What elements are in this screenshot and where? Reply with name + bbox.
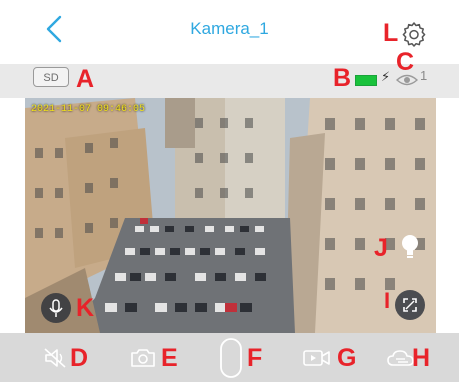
video-timestamp: 2021-11-07 09:46:05 xyxy=(31,104,146,115)
expand-icon xyxy=(403,298,417,312)
charging-lightning-icon: ⚡︎ xyxy=(381,69,391,84)
annotation-letter-g: G xyxy=(337,344,357,372)
sd-card-badge[interactable]: SD xyxy=(33,67,69,87)
viewer-count: 1 xyxy=(420,68,428,83)
microphone-icon xyxy=(49,299,63,317)
annotation-letter-d: D xyxy=(70,344,89,372)
annotation-letter-i: I xyxy=(384,288,391,313)
annotation-letter-c: C xyxy=(396,48,415,76)
gear-icon[interactable] xyxy=(401,21,427,47)
fullscreen-button[interactable] xyxy=(395,290,425,320)
camera-icon[interactable] xyxy=(129,347,157,369)
lightbulb-icon xyxy=(402,235,418,258)
speaker-muted-icon[interactable] xyxy=(43,346,69,370)
talk-button[interactable] xyxy=(41,293,71,323)
annotation-letter-b: B xyxy=(333,64,352,92)
light-button[interactable] xyxy=(395,231,425,261)
annotation-letter-f: F xyxy=(247,344,263,372)
microphone-talk-icon[interactable] xyxy=(217,336,245,380)
annotation-letter-a: A xyxy=(76,65,95,93)
annotation-letter-k: K xyxy=(76,294,95,322)
video-record-icon[interactable] xyxy=(302,348,332,368)
annotation-letter-j: J xyxy=(374,234,388,262)
annotation-letter-e: E xyxy=(161,344,178,372)
battery-icon xyxy=(355,75,377,86)
annotation-letter-l: L xyxy=(383,19,399,47)
annotation-letter-h: H xyxy=(412,344,431,372)
